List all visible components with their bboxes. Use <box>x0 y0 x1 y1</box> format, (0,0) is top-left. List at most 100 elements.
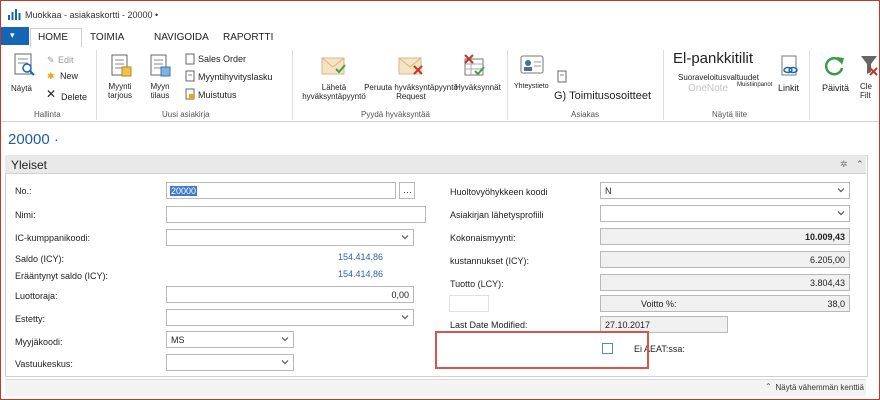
group-label-nayta-liite: Näytä liite <box>712 110 748 119</box>
credit-memo-icon <box>185 70 195 82</box>
no-value: 20000 <box>170 186 198 196</box>
profit-label: Tuotto (LCY): <box>450 279 504 289</box>
costs-label: kustannukset (ICY): <box>450 256 530 266</box>
app-menu-button[interactable]: ▾ <box>1 27 29 45</box>
title-bar: Muokkaa - asiakaskortti - 20000 • <box>1 1 879 27</box>
responsibility-center-select[interactable] <box>166 354 294 371</box>
clear-filter-button[interactable]: Cle Filt <box>860 82 878 100</box>
balance-value[interactable]: 154.414,86 <box>338 252 383 262</box>
overdue-balance-label: Erääntynyt saldo (ICY): <box>15 271 109 281</box>
salesperson-label: Myyjäkoodi: <box>15 337 63 347</box>
profit-value: 3.804,43 <box>809 278 845 288</box>
reminder-icon <box>185 88 195 100</box>
sales-order-small-button[interactable]: Sales Order <box>198 54 246 64</box>
sales-order-icon <box>150 54 171 77</box>
view-icon <box>14 53 35 76</box>
clear-filter-icon <box>861 56 878 76</box>
refresh-button[interactable]: Päivitä <box>822 84 849 93</box>
tab-home[interactable]: HOME <box>38 32 68 43</box>
show-fewer-fields-link[interactable]: Näytä vähemmän kenttiä <box>776 383 865 392</box>
responsibility-center-label: Vastuukeskus: <box>15 359 73 369</box>
assist-edit-button[interactable]: … <box>399 182 415 199</box>
credit-memo-button[interactable]: Myyntihyvityslasku <box>198 72 273 82</box>
fasttab-footer <box>5 379 866 396</box>
profit-percent-label: Voitto %: <box>641 299 677 309</box>
ic-partner-label: IC-kumppanikoodi: <box>15 233 91 243</box>
credit-limit-value: 0,00 <box>391 290 409 300</box>
send-approval-button[interactable]: Lähetä hyväksyntäpyyntö <box>302 83 366 101</box>
approvals-icon <box>464 54 485 76</box>
chevron-up-icon[interactable]: ⌃ <box>856 159 864 170</box>
cancel-approval-button[interactable]: Peruuta hyväksyntäpyyntö Request <box>364 83 458 101</box>
chevron-down-icon <box>401 315 409 320</box>
no-label: No.: <box>15 186 32 196</box>
ship-to-addresses-button[interactable]: G) Toimitusosoitteet <box>554 90 651 102</box>
fasttab-caption: Yleiset <box>11 158 48 172</box>
notes-button[interactable]: Muistiinpanot <box>737 82 772 88</box>
chevron-down-icon: ▾ <box>10 30 15 40</box>
reminder-button[interactable]: Muistutus <box>198 90 237 100</box>
ribbon-separator <box>507 50 508 120</box>
name-field[interactable] <box>166 206 426 223</box>
service-zone-select[interactable]: N <box>600 182 850 199</box>
page-title: 20000 · <box>8 131 59 148</box>
balance-label: Saldo (ICY): <box>15 254 65 264</box>
edit-button[interactable]: Edit <box>58 55 74 65</box>
new-star-icon: ✱ <box>47 71 55 81</box>
blocked-select[interactable] <box>166 309 414 326</box>
ribbon-separator <box>292 50 293 120</box>
chevron-down-icon <box>401 235 409 240</box>
bank-accounts-button[interactable]: El-pankkitilit <box>673 50 753 67</box>
highlight-rectangle <box>435 331 649 369</box>
last-modified-label: Last Date Modified: <box>450 320 528 330</box>
chevron-up-icon: ⌃ <box>765 382 772 391</box>
last-modified-value: 27.10.2017 <box>605 320 651 330</box>
delete-button[interactable]: Delete <box>61 92 87 102</box>
contact-button[interactable]: Yhteystieto <box>514 82 549 91</box>
document-profile-select[interactable] <box>600 205 850 222</box>
credit-limit-label: Luottoraja: <box>15 291 58 301</box>
document-profile-label: Asiakirjan lähetysprofiili <box>450 210 544 220</box>
group-label-asiakas: Asiakas <box>571 110 600 119</box>
tab-raportti[interactable]: RAPORTTI <box>223 32 273 43</box>
chevron-down-icon <box>281 360 289 365</box>
sales-quote-button[interactable]: Myynti tarjous <box>103 82 137 100</box>
links-icon <box>781 55 798 76</box>
tab-toimia[interactable]: TOIMIA <box>90 32 124 43</box>
service-zone-label: Huoltovyöhykkeen koodi <box>450 187 548 197</box>
ic-partner-select[interactable] <box>166 229 414 246</box>
fasttab-header[interactable] <box>5 155 866 174</box>
group-label-pyyda-hyvaksyntaa: Pyydä hyväksyntää <box>361 110 430 119</box>
refresh-icon <box>824 57 844 76</box>
tab-navigoida[interactable]: NAVIGOIDA <box>154 32 209 43</box>
profit-percent-field: Voitto %: 38,0 <box>600 295 850 312</box>
credit-limit-field[interactable]: 0,00 <box>166 286 414 303</box>
edit-pencil-icon: ✎ <box>47 55 55 65</box>
total-sales-value: 10.009,43 <box>804 232 845 242</box>
blank-field <box>449 295 489 312</box>
approvals-button[interactable]: Hyväksynnät <box>455 83 501 92</box>
window-title: Muokkaa - asiakaskortti - 20000 • <box>25 10 159 20</box>
salesperson-select[interactable]: MS <box>166 331 294 348</box>
view-button[interactable]: Näytä <box>11 84 32 93</box>
onenote-button[interactable]: OneNote <box>688 83 728 94</box>
overdue-balance-value[interactable]: 154.414,86 <box>338 269 383 279</box>
direct-debit-mandates-button[interactable]: Suoraveloitusvaltuudet <box>678 73 759 82</box>
group-label-hallinta: Hallinta <box>34 110 61 119</box>
ribbon-separator <box>663 50 664 120</box>
no-field[interactable]: 20000 <box>166 182 396 199</box>
total-sales-field: 10.009,43 <box>600 228 850 245</box>
contact-card-icon <box>520 55 544 74</box>
cancel-approval-icon <box>398 57 423 75</box>
sales-order-button[interactable]: Myyn tilaus <box>144 82 176 100</box>
sales-quote-icon <box>111 54 132 77</box>
new-button[interactable]: New <box>60 71 78 81</box>
costs-value: 6.205,00 <box>809 255 845 265</box>
document-icon <box>185 53 195 65</box>
costs-field: 6.205,00 <box>600 251 850 268</box>
chevron-down-icon <box>837 211 845 216</box>
chevron-down-icon <box>281 337 289 342</box>
links-button[interactable]: Linkit <box>778 84 799 93</box>
settings-icon[interactable]: ✲ <box>840 159 848 170</box>
blocked-label: Estetty: <box>15 314 46 324</box>
